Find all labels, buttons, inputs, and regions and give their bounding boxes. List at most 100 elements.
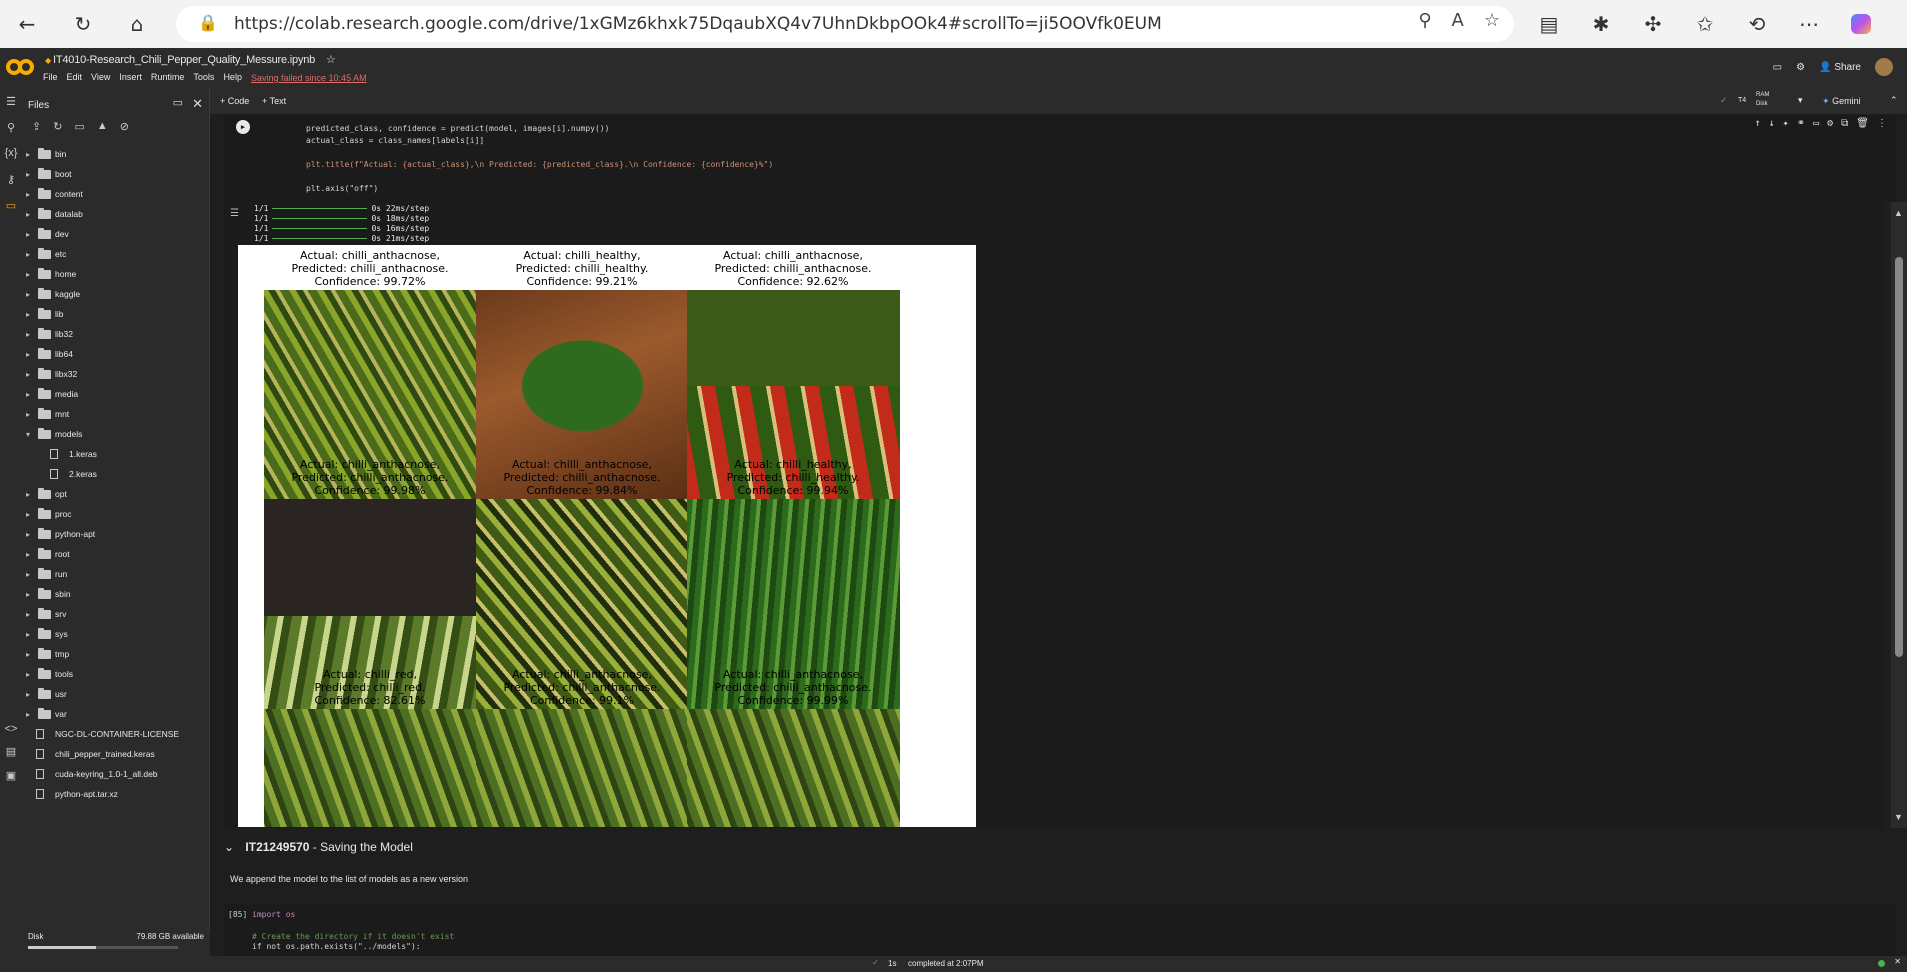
folder-item[interactable]: ▸ lib: [22, 304, 210, 324]
add-code-button[interactable]: + Code: [220, 96, 249, 106]
refresh-icon[interactable]: ↻: [53, 120, 62, 133]
folder-item[interactable]: ▸ sbin: [22, 584, 210, 604]
new-folder-icon[interactable]: ▭: [74, 120, 84, 133]
chevron-right-icon[interactable]: ▸: [26, 310, 30, 319]
chevron-right-icon[interactable]: ▸: [26, 710, 30, 719]
chevron-right-icon[interactable]: ▸: [26, 150, 30, 159]
chevron-right-icon[interactable]: ▸: [26, 650, 30, 659]
folder-item[interactable]: ▸ srv: [22, 604, 210, 624]
extension-chart-icon[interactable]: ▤: [1530, 5, 1568, 43]
chevron-right-icon[interactable]: ▸: [26, 230, 30, 239]
move-up-icon[interactable]: ↑: [1755, 118, 1761, 129]
folder-item[interactable]: ▾ models: [22, 424, 210, 444]
folder-item[interactable]: ▸ content: [22, 184, 210, 204]
address-bar[interactable]: 🔒 https://colab.research.google.com/driv…: [176, 6, 1514, 42]
favorite-star-icon[interactable]: ☆: [1484, 10, 1500, 31]
settings-icon[interactable]: ⚙: [1796, 62, 1805, 73]
read-aloud-icon[interactable]: A: [1452, 10, 1464, 31]
add-text-button[interactable]: + Text: [262, 96, 286, 106]
extensions-puzzle-icon[interactable]: ✣: [1634, 5, 1672, 43]
scroll-down-icon[interactable]: ▼: [1894, 812, 1903, 822]
folder-item[interactable]: ▸ run: [22, 564, 210, 584]
folder-item[interactable]: ▸ usr: [22, 684, 210, 704]
history-icon[interactable]: ⟲: [1738, 5, 1776, 43]
menu-tools[interactable]: Tools: [193, 72, 214, 82]
code-cell[interactable]: [85] import os # Create the directory if…: [224, 904, 1897, 956]
chevron-right-icon[interactable]: ▸: [26, 190, 30, 199]
chevron-right-icon[interactable]: ▸: [26, 550, 30, 559]
close-icon[interactable]: ✕: [192, 96, 203, 112]
chevron-right-icon[interactable]: ▸: [26, 630, 30, 639]
search-icon[interactable]: ⚲: [0, 114, 22, 140]
chevron-right-icon[interactable]: ▸: [26, 610, 30, 619]
folder-item[interactable]: ▸ proc: [22, 504, 210, 524]
folder-item[interactable]: ▸ python-apt: [22, 524, 210, 544]
file-item[interactable]: 1.keras: [22, 444, 210, 464]
colab-logo-icon[interactable]: [6, 57, 34, 77]
folder-item[interactable]: ▸ boot: [22, 164, 210, 184]
folder-item[interactable]: ▸ tmp: [22, 644, 210, 664]
home-icon[interactable]: ⌂: [118, 5, 156, 43]
command-palette-icon[interactable]: ▤: [0, 738, 22, 764]
cell-more-icon[interactable]: ⋮: [1877, 118, 1887, 129]
chevron-right-icon[interactable]: ▸: [26, 530, 30, 539]
chevron-right-icon[interactable]: ▸: [26, 410, 30, 419]
menu-help[interactable]: Help: [223, 72, 242, 82]
table-of-contents-icon[interactable]: ☰: [0, 88, 22, 114]
menu-edit[interactable]: Edit: [67, 72, 83, 82]
chevron-right-icon[interactable]: ▸: [26, 510, 30, 519]
folder-item[interactable]: ▸ home: [22, 264, 210, 284]
star-icon[interactable]: ☆: [326, 54, 336, 66]
folder-item[interactable]: ▸ var: [22, 704, 210, 724]
menu-runtime[interactable]: Runtime: [151, 72, 185, 82]
status-close-icon[interactable]: ✕: [1894, 957, 1901, 966]
folder-item[interactable]: ▸ lib32: [22, 324, 210, 344]
folder-item[interactable]: ▸ kaggle: [22, 284, 210, 304]
file-item[interactable]: chili_pepper_trained.keras: [22, 744, 210, 764]
chevron-right-icon[interactable]: ▸: [26, 330, 30, 339]
favorites-icon[interactable]: ✩: [1686, 5, 1724, 43]
folder-item[interactable]: ▸ dev: [22, 224, 210, 244]
chevron-right-icon[interactable]: ▸: [26, 590, 30, 599]
code-cell[interactable]: ▶ predicted_class, confidence = predict(…: [224, 114, 1897, 202]
gemini-cell-icon[interactable]: ✦: [1783, 118, 1789, 129]
menu-view[interactable]: View: [91, 72, 110, 82]
resources-dropdown-icon[interactable]: ▾: [1798, 95, 1803, 106]
folder-item[interactable]: ▸ libx32: [22, 364, 210, 384]
move-down-icon[interactable]: ↓: [1769, 118, 1775, 129]
scroll-up-icon[interactable]: ▲: [1894, 208, 1903, 218]
chevron-right-icon[interactable]: ▸: [26, 690, 30, 699]
folder-item[interactable]: ▸ root: [22, 544, 210, 564]
account-avatar[interactable]: [1875, 58, 1893, 76]
hide-files-icon[interactable]: ⊘: [120, 120, 129, 133]
folder-item[interactable]: ▸ bin: [22, 144, 210, 164]
back-icon[interactable]: ←: [8, 5, 46, 43]
copilot-icon[interactable]: [1842, 5, 1880, 43]
chevron-right-icon[interactable]: ▸: [26, 170, 30, 179]
file-item[interactable]: cuda-keyring_1.0-1_all.deb: [22, 764, 210, 784]
folder-item[interactable]: ▸ mnt: [22, 404, 210, 424]
gemini-button[interactable]: ✦ Gemini: [1822, 96, 1861, 107]
mount-drive-icon[interactable]: ▲: [97, 120, 108, 133]
chevron-right-icon[interactable]: ▸: [26, 250, 30, 259]
upload-file-icon[interactable]: ⇪: [32, 120, 41, 133]
chevron-right-icon[interactable]: ▸: [26, 670, 30, 679]
cell-settings-icon[interactable]: ⚙: [1827, 118, 1833, 129]
save-status-link[interactable]: Saving failed since 10:45 AM: [251, 73, 367, 83]
chevron-right-icon[interactable]: ▸: [26, 270, 30, 279]
file-item[interactable]: 2.keras: [22, 464, 210, 484]
chevron-right-icon[interactable]: ▸: [26, 570, 30, 579]
chevron-right-icon[interactable]: ▸: [26, 210, 30, 219]
collapse-icon[interactable]: ⌃: [1890, 95, 1898, 106]
new-window-icon[interactable]: ▭: [173, 96, 183, 109]
chevron-down-icon[interactable]: ▾: [26, 430, 30, 439]
terminal-icon[interactable]: ▣: [0, 762, 22, 788]
chevron-right-icon[interactable]: ▸: [26, 290, 30, 299]
extension-bug-icon[interactable]: ✱: [1582, 5, 1620, 43]
share-button[interactable]: 👤 Share: [1819, 62, 1861, 73]
output-toggle-icon[interactable]: ☰: [230, 208, 239, 219]
folder-item[interactable]: ▸ sys: [22, 624, 210, 644]
notebook-title[interactable]: ◆ IT4010-Research_Chili_Pepper_Quality_M…: [45, 53, 336, 66]
comments-icon[interactable]: ▭: [1773, 62, 1782, 73]
reload-icon[interactable]: ↻: [64, 5, 102, 43]
